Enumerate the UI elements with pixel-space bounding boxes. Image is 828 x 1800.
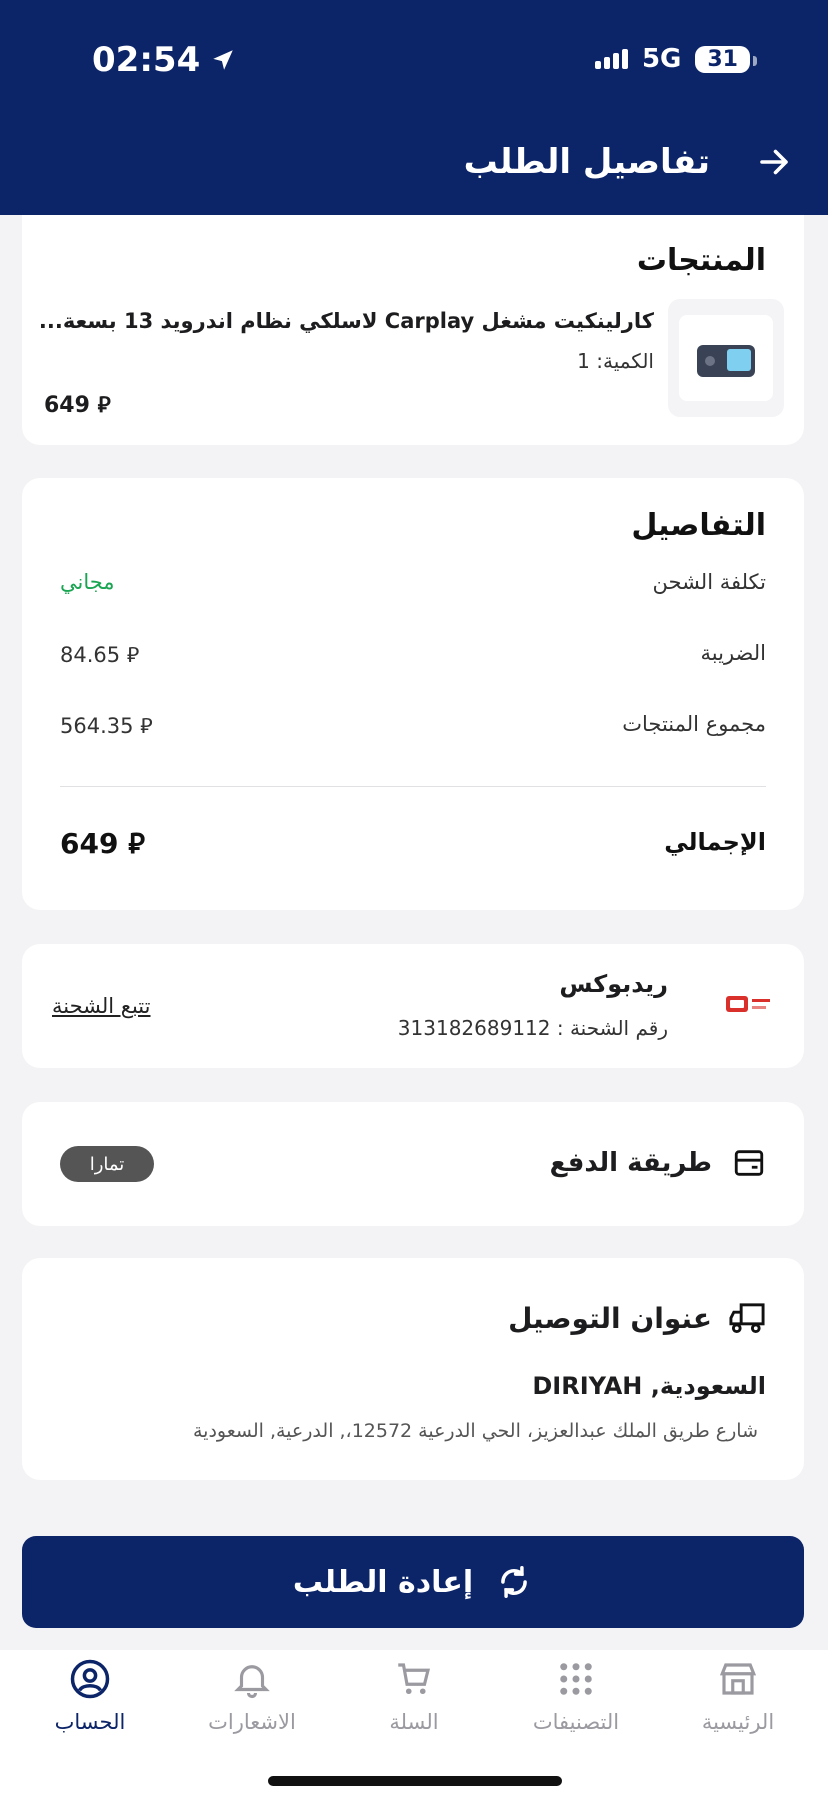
reorder-button[interactable]: إعادة الطلب: [22, 1536, 804, 1628]
subtotal-label: مجموع المنتجات: [622, 712, 766, 736]
track-shipment-link[interactable]: تتبع الشحنة: [52, 994, 151, 1018]
tab-categories[interactable]: التصنيفات: [506, 1658, 646, 1734]
tab-account-label: الحساب: [54, 1710, 126, 1734]
tab-cart-label: السلة: [389, 1710, 439, 1734]
shipping-cost-label: تكلفة الشحن: [652, 570, 766, 594]
address-title: عنوان التوصيل: [508, 1302, 712, 1335]
payment-title: طريقة الدفع: [549, 1148, 712, 1178]
bell-icon: [234, 1665, 270, 1699]
refresh-icon: [501, 1566, 528, 1598]
address-city: السعودية, DIRIYAH: [532, 1372, 766, 1400]
product-quantity: الكمية: 1: [577, 349, 654, 373]
shipping-cost-value: مجاني: [60, 570, 115, 594]
products-card: المنتجات كارلينكيت مشغل Carplay لاسلكي ن…: [22, 215, 804, 445]
tab-home-label: الرئيسية: [701, 1710, 775, 1734]
page-title: تفاصيل الطلب: [463, 142, 710, 182]
tamara-badge: تمارا: [60, 1146, 154, 1182]
courier-name: ريدبوكس: [559, 970, 668, 998]
cart-icon: [398, 1663, 431, 1695]
location-arrow-icon: [213, 50, 233, 70]
app-header: 02:54 5G 31 تفاصيل الطلب: [0, 0, 828, 215]
tab-home[interactable]: الرئيسية: [668, 1658, 808, 1734]
account-icon: [70, 1659, 110, 1699]
payment-card-icon: [734, 1150, 764, 1176]
clock: 02:54: [92, 40, 201, 80]
store-icon: [719, 1663, 757, 1695]
reorder-label: إعادة الطلب: [292, 1564, 474, 1600]
back-arrow-icon[interactable]: [756, 144, 792, 180]
address-card: عنوان التوصيل السعودية, DIRIYAH شارع طري…: [22, 1258, 804, 1480]
subtotal-value: 564.35 ⃁: [60, 714, 153, 738]
product-thumbnail[interactable]: [668, 299, 784, 417]
tax-label: الضريبة: [700, 641, 766, 665]
total-label: الإجمالي: [664, 828, 766, 856]
tab-notifications-label: الاشعارات: [208, 1710, 296, 1734]
tracking-number: رقم الشحنة : 313182689112: [397, 1016, 668, 1040]
tab-cart[interactable]: السلة: [344, 1658, 484, 1734]
tax-value: 84.65 ⃁: [60, 643, 140, 667]
shipment-card: ريدبوكس رقم الشحنة : 313182689112 تتبع ا…: [22, 944, 804, 1068]
tab-account[interactable]: الحساب: [20, 1658, 160, 1734]
status-indicators: 5G 31: [594, 44, 757, 74]
details-title: التفاصيل: [631, 508, 766, 543]
header-bar: تفاصيل الطلب: [0, 138, 828, 188]
payment-method: تمارا: [89, 1153, 125, 1175]
payment-card: طريقة الدفع تمارا: [22, 1102, 804, 1226]
status-time: 02:54: [92, 40, 236, 80]
tab-categories-label: التصنيفات: [532, 1710, 620, 1734]
address-street: شارع طريق الملك عبدالعزيز، الحي الدرعية …: [192, 1420, 758, 1442]
delivery-truck-icon: [729, 1303, 765, 1334]
products-title: المنتجات: [636, 243, 766, 278]
tab-notifications[interactable]: الاشعارات: [182, 1658, 322, 1734]
details-card: التفاصيل تكلفة الشحن مجاني الضريبة 84.65…: [22, 478, 804, 910]
product-price: 649 ⃁: [44, 393, 111, 418]
redbox-logo-icon: [726, 996, 770, 1012]
carplay-device-icon: [697, 345, 755, 377]
network-type: 5G: [641, 44, 682, 74]
home-indicator: [268, 1776, 562, 1786]
product-name[interactable]: كارلينكيت مشغل Carplay لاسلكي نظام اندرو…: [39, 309, 654, 333]
divider: [60, 786, 766, 787]
total-value: 649 ⃁: [60, 827, 145, 860]
signal-icon: [594, 49, 628, 69]
battery-icon: 31: [695, 45, 757, 73]
grid-icon: [560, 1663, 592, 1695]
